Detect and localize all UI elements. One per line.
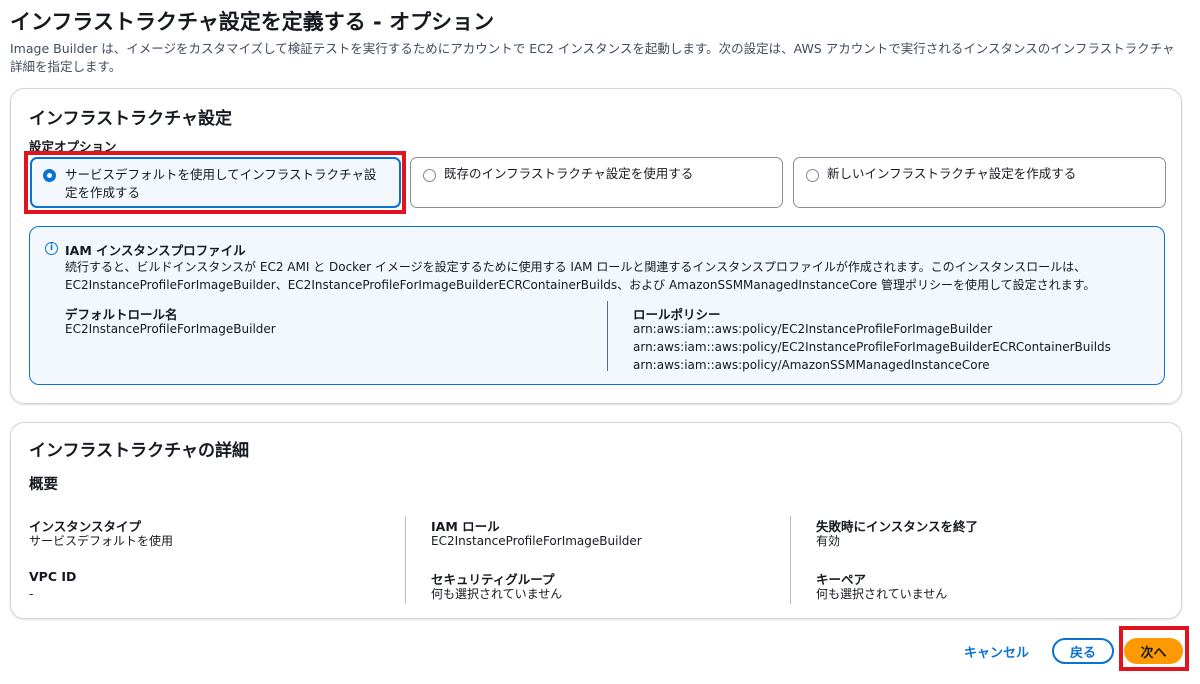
option-create-new[interactable]: 新しいインフラストラクチャ設定を作成する <box>793 157 1166 208</box>
page-title: インフラストラクチャ設定を定義する - オプション <box>10 10 495 34</box>
infrastructure-settings-panel: インフラストラクチャ設定 設定オプション サービスデフォルトを使用してインフラス… <box>10 88 1182 404</box>
radio-unselected-icon[interactable] <box>423 169 436 182</box>
info-circle-icon: i <box>45 242 58 255</box>
info-body: 続行すると、ビルドインスタンスが EC2 AMI と Docker イメージを設… <box>65 260 1096 292</box>
setting-option-label: 設定オプション <box>29 139 117 154</box>
info-title: IAM インスタンスプロファイル <box>65 243 246 258</box>
terminate-on-failure-label: 失敗時にインスタンスを終了 <box>816 519 979 534</box>
role-policy-item: arn:aws:iam::aws:policy/EC2InstanceProfi… <box>633 340 1111 354</box>
column-divider <box>405 516 406 604</box>
option-use-existing-label: 既存のインフラストラクチャ設定を使用する <box>444 166 694 181</box>
option-service-default-label: サービスデフォルトを使用してインフラストラクチャ設定を作成する <box>65 167 377 200</box>
next-button[interactable]: 次へ <box>1124 638 1183 664</box>
default-role-value: EC2InstanceProfileForImageBuilder <box>65 322 276 336</box>
security-group-value: 何も選択されていません <box>431 587 563 601</box>
iam-role-value: EC2InstanceProfileForImageBuilder <box>431 534 642 548</box>
infrastructure-details-title: インフラストラクチャの詳細 <box>29 441 249 461</box>
option-use-existing[interactable]: 既存のインフラストラクチャ設定を使用する <box>410 157 783 208</box>
iam-info-alert: i IAM インスタンスプロファイル 続行すると、ビルドインスタンスが EC2 … <box>29 226 1165 385</box>
info-divider <box>607 301 608 371</box>
terminate-on-failure-value: 有効 <box>816 534 841 548</box>
overview-heading: 概要 <box>29 477 58 493</box>
option-create-new-label: 新しいインフラストラクチャ設定を作成する <box>827 166 1077 181</box>
radio-unselected-icon[interactable] <box>806 169 819 182</box>
back-button[interactable]: 戻る <box>1052 638 1114 664</box>
infrastructure-settings-title: インフラストラクチャ設定 <box>29 109 232 129</box>
vpc-id-value: - <box>29 587 34 601</box>
column-divider <box>790 516 791 604</box>
cancel-link[interactable]: キャンセル <box>964 642 1029 661</box>
instance-type-value: サービスデフォルトを使用 <box>29 534 174 548</box>
option-service-default[interactable]: サービスデフォルトを使用してインフラストラクチャ設定を作成する <box>30 157 401 208</box>
role-policy-item: arn:aws:iam::aws:policy/EC2InstanceProfi… <box>633 322 993 336</box>
page-description: Image Builder は、イメージをカスタマイズして検証テストを実行するた… <box>10 41 1175 74</box>
key-pair-value: 何も選択されていません <box>816 587 948 601</box>
infrastructure-details-panel: インフラストラクチャの詳細 概要 インスタンスタイプ サービスデフォルトを使用 … <box>10 422 1182 619</box>
radio-selected-icon[interactable] <box>43 169 56 182</box>
role-policy-item: arn:aws:iam::aws:policy/AmazonSSMManaged… <box>633 358 990 372</box>
vpc-id-label: VPC ID <box>29 569 77 584</box>
